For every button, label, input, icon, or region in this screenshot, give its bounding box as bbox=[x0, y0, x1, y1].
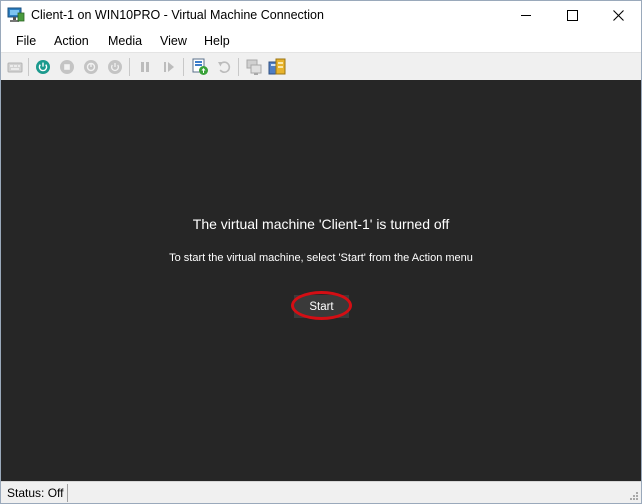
turn-off-icon bbox=[60, 60, 74, 74]
resume-button[interactable] bbox=[159, 57, 179, 77]
enhanced-session-icon bbox=[246, 59, 262, 75]
toolbar-separator bbox=[28, 58, 29, 76]
vm-connection-window: Client-1 on WIN10PRO - Virtual Machine C… bbox=[0, 0, 642, 504]
menu-help[interactable]: Help bbox=[204, 34, 230, 48]
revert-icon bbox=[218, 61, 231, 73]
vm-start-instruction: To start the virtual machine, select 'St… bbox=[169, 252, 473, 264]
vm-display-area[interactable]: The virtual machine 'Client-1' is turned… bbox=[1, 80, 641, 481]
ctrl-alt-del-button[interactable] bbox=[5, 57, 25, 77]
resize-grip-icon[interactable] bbox=[629, 491, 639, 501]
toolbar bbox=[1, 52, 641, 80]
title-bar[interactable]: Client-1 on WIN10PRO - Virtual Machine C… bbox=[1, 1, 641, 30]
minimize-icon bbox=[520, 15, 531, 16]
resume-icon bbox=[164, 62, 174, 72]
save-icon bbox=[108, 60, 122, 74]
maximize-icon bbox=[566, 10, 578, 21]
pause-icon bbox=[141, 62, 149, 72]
vm-connection-app-icon bbox=[7, 7, 25, 22]
toolbar-separator bbox=[238, 58, 239, 76]
checkpoint-button[interactable] bbox=[190, 57, 210, 77]
ctrl-alt-del-icon bbox=[7, 62, 23, 73]
shut-down-button[interactable] bbox=[81, 57, 101, 77]
revert-button[interactable] bbox=[214, 57, 234, 77]
close-icon bbox=[612, 10, 624, 21]
close-button[interactable] bbox=[595, 1, 641, 30]
toolbar-separator bbox=[183, 58, 184, 76]
status-separator bbox=[67, 484, 68, 502]
minimize-button[interactable] bbox=[503, 1, 549, 30]
menu-file[interactable]: File bbox=[16, 34, 36, 48]
start-button[interactable]: Start bbox=[294, 295, 349, 318]
menu-action[interactable]: Action bbox=[54, 34, 89, 48]
save-button[interactable] bbox=[105, 57, 125, 77]
status-bar: Status: Off bbox=[1, 481, 641, 503]
toolbar-separator bbox=[129, 58, 130, 76]
menu-media[interactable]: Media bbox=[108, 34, 142, 48]
start-icon bbox=[36, 60, 50, 74]
checkpoint-icon bbox=[192, 58, 208, 75]
share-button[interactable] bbox=[267, 57, 287, 77]
enhanced-session-button[interactable] bbox=[244, 57, 264, 77]
shut-down-icon bbox=[84, 60, 98, 74]
menu-bar: File Action Media View Help bbox=[1, 30, 641, 52]
maximize-button[interactable] bbox=[549, 1, 595, 30]
start-toolbar-button[interactable] bbox=[33, 57, 53, 77]
window-title: Client-1 on WIN10PRO - Virtual Machine C… bbox=[31, 8, 324, 22]
turn-off-button[interactable] bbox=[57, 57, 77, 77]
vm-off-heading: The virtual machine 'Client-1' is turned… bbox=[192, 216, 450, 232]
pause-button[interactable] bbox=[135, 57, 155, 77]
share-icon bbox=[268, 58, 286, 75]
status-text: Status: Off bbox=[7, 486, 64, 500]
menu-view[interactable]: View bbox=[160, 34, 187, 48]
